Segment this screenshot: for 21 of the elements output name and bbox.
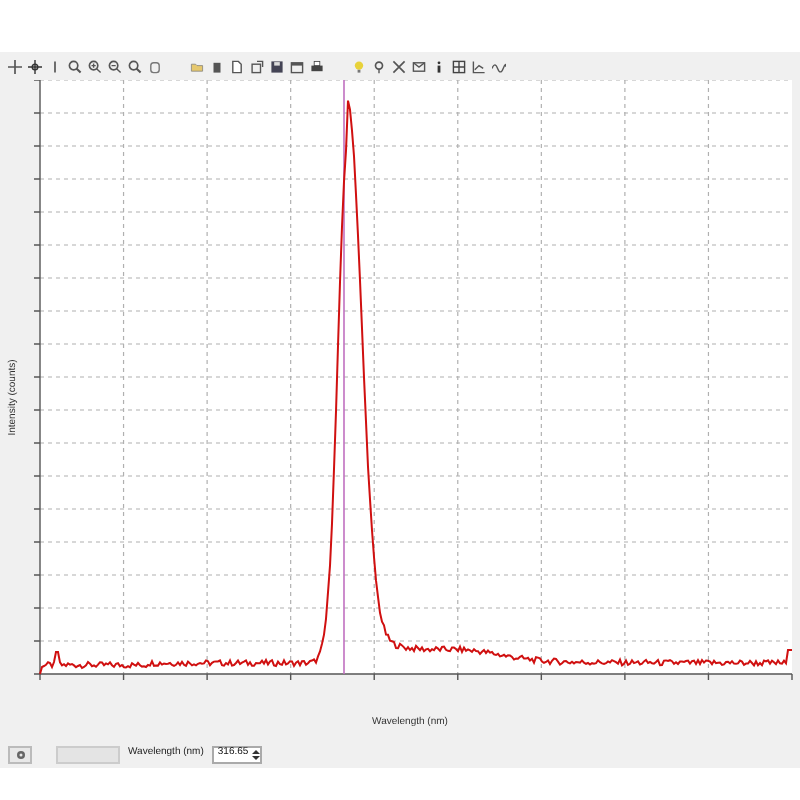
gear-icon [15, 749, 25, 759]
crosshair-icon[interactable] [28, 59, 42, 73]
axes-icon[interactable] [472, 59, 486, 73]
export-icon[interactable] [250, 59, 264, 73]
settings-button[interactable] [8, 745, 32, 763]
pin-icon[interactable] [372, 59, 386, 73]
zoom-out-icon[interactable] [108, 59, 122, 73]
spinner-arrows-icon[interactable] [252, 747, 261, 761]
zoom-icon[interactable] [68, 59, 82, 73]
save-icon[interactable] [270, 59, 284, 73]
window-icon[interactable] [290, 59, 304, 73]
cursor-icon[interactable] [48, 59, 62, 73]
printer-icon[interactable] [310, 59, 324, 73]
zoom-in-icon[interactable] [88, 59, 102, 73]
info-icon[interactable] [432, 59, 446, 73]
wave-icon[interactable] [492, 59, 506, 73]
search-icon[interactable] [128, 59, 142, 73]
mail-icon[interactable] [412, 59, 426, 73]
table-icon[interactable] [452, 59, 466, 73]
document-icon[interactable] [230, 59, 244, 73]
move-icon[interactable] [8, 59, 22, 73]
